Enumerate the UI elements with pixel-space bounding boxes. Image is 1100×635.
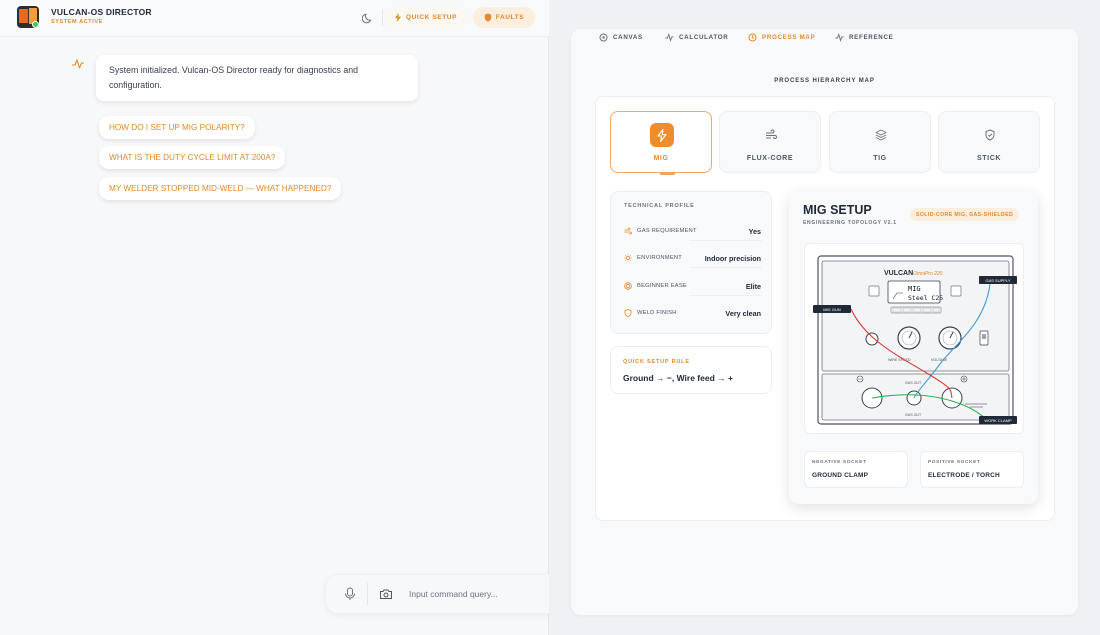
profile-value: Very clean <box>725 308 761 318</box>
mig-setup-card: MIG SETUP ENGINEERING TOPOLOGY V2.1 SOLI… <box>789 191 1038 504</box>
command-input[interactable]: Input command query... <box>409 589 498 599</box>
process-label: STICK <box>977 155 1001 162</box>
input-divider <box>367 583 368 605</box>
quick-setup-button[interactable]: QUICK SETUP <box>385 7 466 28</box>
process-label: TIG <box>873 155 887 162</box>
shield-icon <box>624 309 632 317</box>
welder-diagram-svg: VULCAN OmniPro 220 MIG Steel C25 WIRE SP… <box>813 255 1017 425</box>
layers-icon <box>869 123 893 147</box>
tab-label: CALCULATOR <box>679 34 729 41</box>
profile-title: TECHNICAL PROFILE <box>624 203 695 209</box>
negative-socket-card: NEGATIVE SOCKET GROUND CLAMP <box>804 451 908 488</box>
suggestion-stopped-mid-weld[interactable]: MY WELDER STOPPED MID-WELD — WHAT HAPPEN… <box>99 177 342 200</box>
faults-label: FAULTS <box>495 14 525 21</box>
small-knob <box>865 332 879 346</box>
diagram-brand: VULCAN <box>884 270 913 277</box>
quick-setup-rule: QUICK SETUP RULE Ground → −, Wire feed →… <box>610 346 772 394</box>
suggestion-duty-cycle[interactable]: WHAT IS THE DUTY CYCLE LIMIT AT 200A? <box>99 146 286 169</box>
pulse-icon <box>835 33 844 42</box>
camera-icon[interactable] <box>379 587 393 601</box>
work-clamp-label: WORK CLAMP <box>984 418 1012 423</box>
process-label: FLUX-CORE <box>746 155 794 162</box>
process-label: MIG <box>653 155 669 162</box>
profile-row-environment: ENVIRONMENT Indoor precision <box>624 251 761 265</box>
technical-profile: TECHNICAL PROFILE GAS REQUIREMENT Yes EN… <box>610 191 772 334</box>
clock-icon <box>748 33 757 42</box>
tab-label: PROCESS MAP <box>762 34 816 41</box>
profile-value: Indoor precision <box>704 253 761 263</box>
wind-icon <box>624 227 632 235</box>
tab-label: CANVAS <box>613 34 643 41</box>
app-header: VULCAN-OS DIRECTOR SYSTEM ACTIVE QUICK S… <box>0 0 549 37</box>
profile-divider <box>690 240 762 241</box>
shield-icon <box>484 13 491 22</box>
status-dot <box>32 21 39 28</box>
chat-pane: VULCAN-OS DIRECTOR SYSTEM ACTIVE QUICK S… <box>0 0 770 635</box>
left-panel-button <box>868 285 880 297</box>
sun-icon <box>624 254 632 262</box>
tab-calculator[interactable]: CALCULATOR <box>665 33 728 42</box>
profile-row-weld-finish: WELD FINISH Very clean <box>624 306 761 320</box>
system-message: System initialized. Vulcan-OS Director r… <box>96 55 418 101</box>
bolt-icon <box>394 13 401 22</box>
process-card-tig[interactable]: TIG <box>829 111 931 173</box>
profile-key: BEGINNER EASE <box>637 283 687 289</box>
mic-icon[interactable] <box>344 587 356 601</box>
profile-row-beginner-ease: BEGINNER EASE Elite <box>624 279 761 293</box>
pulse-icon <box>665 33 674 42</box>
app-status: SYSTEM ACTIVE <box>51 19 103 25</box>
target-icon <box>624 282 632 290</box>
diagram-model: OmniPro 220 <box>913 271 943 277</box>
gas-supply-label: GAS SUPPLY <box>985 278 1010 283</box>
screen-line-2: Steel C25 <box>908 294 943 302</box>
profile-row-gas: GAS REQUIREMENT Yes <box>624 224 761 238</box>
moon-icon[interactable] <box>362 12 374 24</box>
setup-subtitle: ENGINEERING TOPOLOGY V2.1 <box>803 220 897 226</box>
profile-value: Yes <box>748 226 761 236</box>
bolt-icon <box>650 123 674 147</box>
faults-button[interactable]: FAULTS <box>473 7 535 28</box>
voltage-label: VOLTAGE <box>931 358 948 362</box>
app-logo <box>17 6 39 28</box>
header-divider <box>382 10 383 26</box>
tab-canvas[interactable]: CANVAS <box>599 33 643 42</box>
gas-out-label-bottom: GAS OUT <box>905 413 922 417</box>
right-panel-button <box>950 285 962 297</box>
tab-reference[interactable]: REFERENCE <box>835 33 893 42</box>
app-title: VULCAN-OS DIRECTOR <box>51 7 152 17</box>
setup-title: MIG SETUP <box>803 203 872 217</box>
tab-label: REFERENCE <box>849 34 894 41</box>
quick-setup-label: QUICK SETUP <box>405 14 458 21</box>
rule-title: QUICK SETUP RULE <box>623 359 690 365</box>
profile-key: WELD FINISH <box>637 310 677 316</box>
negative-socket-label: NEGATIVE SOCKET <box>812 460 867 465</box>
process-card-stick[interactable]: STICK <box>938 111 1040 173</box>
profile-key: GAS REQUIREMENT <box>637 228 697 234</box>
canvas-icon <box>599 33 608 42</box>
profile-divider <box>690 267 762 268</box>
wind-icon <box>759 123 783 147</box>
rule-text: Ground → −, Wire feed → + <box>623 373 733 383</box>
shield-icon <box>978 123 1002 147</box>
process-type-badge: SOLID-CORE MIG, GAS-SHIELDED <box>910 208 1020 221</box>
active-process-indicator <box>660 172 675 175</box>
screen-line-1: MIG <box>908 285 921 293</box>
suggestion-mig-polarity[interactable]: HOW DO I SET UP MIG POLARITY? <box>99 116 255 139</box>
profile-value: Elite <box>745 281 761 291</box>
negative-socket-value: GROUND CLAMP <box>812 472 869 479</box>
process-map-title: PROCESS HIERARCHY MAP <box>774 78 875 84</box>
positive-socket-value: ELECTRODE / TORCH <box>928 472 1000 479</box>
mig-gun-label: MIG GUN <box>823 307 841 312</box>
welder-topology-diagram: VULCAN OmniPro 220 MIG Steel C25 WIRE SP… <box>804 243 1024 434</box>
profile-key: ENVIRONMENT <box>637 255 683 261</box>
positive-socket-label: POSITIVE SOCKET <box>928 460 981 465</box>
positive-socket-card: POSITIVE SOCKET ELECTRODE / TORCH <box>920 451 1024 488</box>
gas-out-label-top: GAS OUT <box>905 381 922 385</box>
process-card-mig[interactable]: MIG <box>610 111 712 173</box>
pulse-icon <box>72 59 84 69</box>
process-card-flux-core[interactable]: FLUX-CORE <box>719 111 821 173</box>
profile-divider <box>690 295 762 296</box>
tab-process-map[interactable]: PROCESS MAP <box>748 33 815 42</box>
